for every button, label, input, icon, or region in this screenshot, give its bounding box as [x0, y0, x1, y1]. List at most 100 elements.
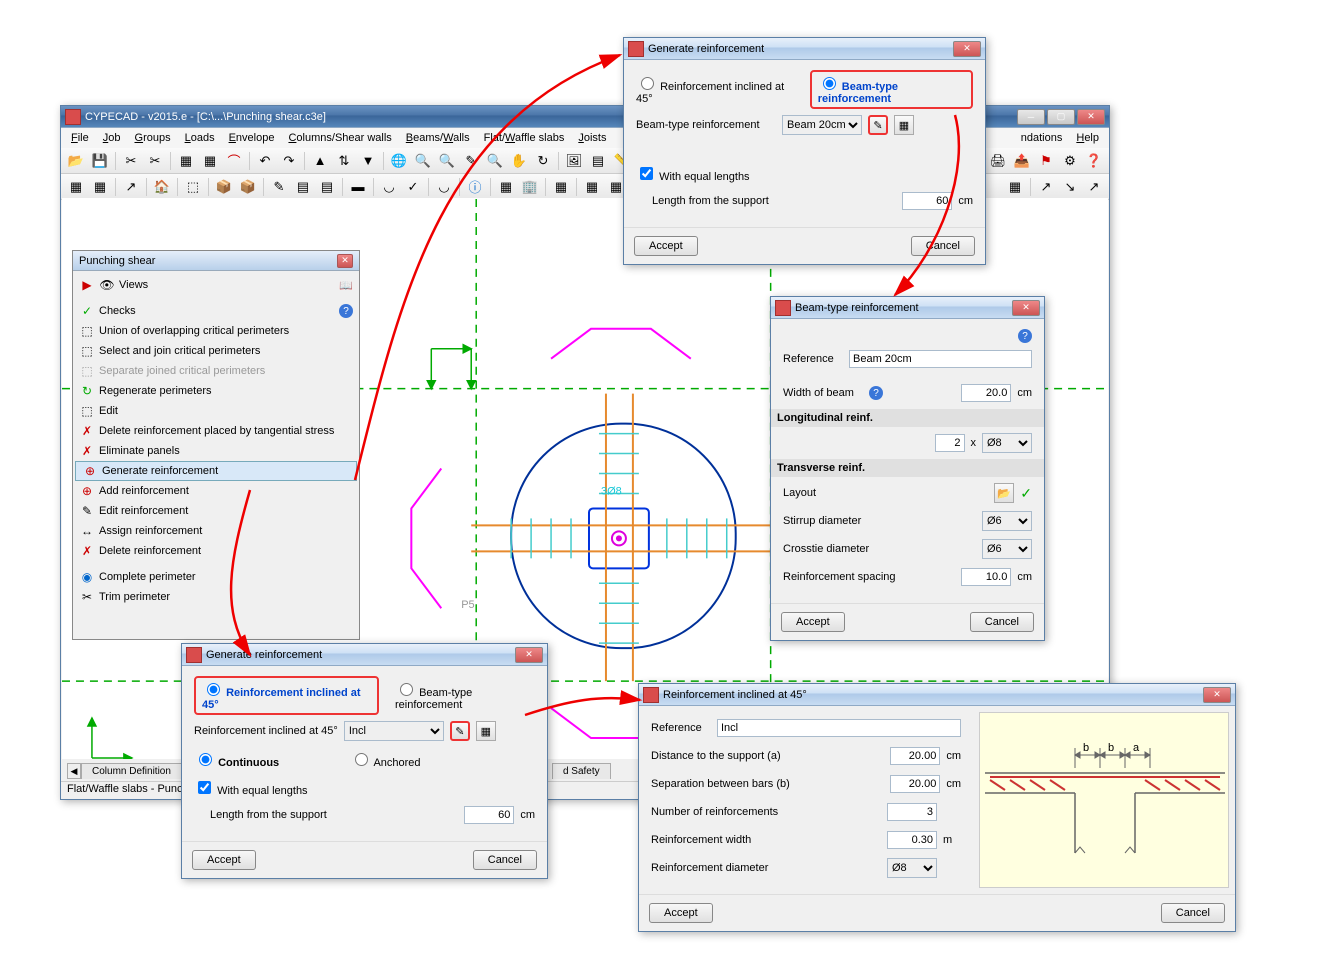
tool-up[interactable]: ▲ [309, 150, 331, 172]
dlg2-spacing-input[interactable] [961, 568, 1011, 586]
tool2-u[interactable]: ↗ [1035, 176, 1057, 198]
tool2-e[interactable]: ⬚ [182, 176, 204, 198]
tool-print[interactable]: 🖨 [987, 150, 1009, 172]
tool2-v[interactable]: ↘ [1059, 176, 1081, 198]
dlg1-equal-check[interactable] [640, 167, 653, 180]
tool-layer[interactable]: ▤ [587, 150, 609, 172]
menu-loads[interactable]: Loads [179, 130, 221, 146]
dlg4-dia-select[interactable]: Ø8 [887, 858, 937, 878]
tool-x2[interactable]: ✂ [144, 150, 166, 172]
panel-item-edit-reinf[interactable]: ✎Edit reinforcement [73, 501, 359, 521]
tool-help[interactable]: ❓ [1083, 150, 1105, 172]
menu-joists[interactable]: Joists [572, 130, 612, 146]
dlg3-incl-select[interactable]: Incl [344, 721, 444, 741]
tool2-w[interactable]: ↗ [1083, 176, 1105, 198]
dlg2-help-icon[interactable]: ? [1018, 329, 1032, 343]
tool-hand[interactable]: ✋ [508, 150, 530, 172]
dlg2-crosstie-select[interactable]: Ø6 [982, 539, 1032, 559]
tool-save[interactable]: 💾 [89, 150, 111, 172]
dlg2-long-count[interactable] [935, 434, 965, 452]
tool-zoom-out[interactable]: 🔍 [436, 150, 458, 172]
dlg3-optbeam[interactable]: Beam-type reinforcement [395, 680, 535, 711]
tool-export[interactable]: 📤 [1011, 150, 1033, 172]
panel-item-regenerate[interactable]: ↻Regenerate perimeters [73, 381, 359, 401]
dlg4-cancel[interactable]: Cancel [1161, 903, 1225, 923]
panel-item-checks[interactable]: ✓ Checks ? [73, 301, 359, 321]
dlg2-cancel[interactable]: Cancel [970, 612, 1034, 632]
menu-beams[interactable]: Beams/Walls [400, 130, 476, 146]
tool-grid[interactable]: ▦ [175, 150, 197, 172]
dlg1-len-input[interactable] [902, 192, 952, 210]
dlg1-accept[interactable]: Accept [634, 236, 698, 256]
dlg3-equal[interactable]: With equal lengths [194, 778, 334, 797]
tool-redo[interactable]: ↷ [278, 150, 300, 172]
dlg4-sep-input[interactable] [890, 775, 940, 793]
tool-flag[interactable]: ⚑ [1035, 150, 1057, 172]
dlg2-long-dia[interactable]: Ø8 [982, 433, 1032, 453]
tool2-t[interactable]: ▦ [1004, 176, 1026, 198]
dlg1-optbeam-radio[interactable] [823, 77, 836, 90]
dlg3-accept[interactable]: Accept [192, 850, 256, 870]
side-panel-close[interactable]: ✕ [337, 254, 353, 268]
tool-zoom-fit[interactable]: 🔍 [484, 150, 506, 172]
dlg1-close[interactable]: ✕ [953, 41, 981, 57]
panel-item-edit[interactable]: ⬚Edit [73, 401, 359, 421]
menu-job[interactable]: Job [97, 130, 127, 146]
tool2-h[interactable]: ✎ [268, 176, 290, 198]
tool-settings[interactable]: ⚙ [1059, 150, 1081, 172]
tool-magnet[interactable]: ⌒ [223, 150, 245, 172]
dlg3-pencil-button[interactable]: ✎ [450, 721, 470, 741]
tool2-a[interactable]: ▦ [65, 176, 87, 198]
tool2-g[interactable]: 📦 [237, 176, 259, 198]
maximize-button[interactable]: ▢ [1047, 109, 1075, 125]
tool2-m[interactable]: ✓ [402, 176, 424, 198]
menu-groups[interactable]: Groups [129, 130, 177, 146]
dlg1-pencil-button[interactable]: ✎ [868, 115, 888, 135]
dlg1-optbeam-highlight[interactable]: Beam-type reinforcement [810, 70, 973, 109]
tool-zoom-in[interactable]: 🔍 [412, 150, 434, 172]
dlg3-opt45-highlight[interactable]: Reinforcement inclined at 45° [194, 676, 379, 715]
tool2-c[interactable]: ↗ [120, 176, 142, 198]
dlg3-cont-radio[interactable] [199, 753, 212, 766]
tool-globe[interactable]: 🌐 [388, 150, 410, 172]
tab-column-definition[interactable]: Column Definition [81, 763, 182, 779]
panel-item-delete-tangential[interactable]: ✗Delete reinforcement placed by tangenti… [73, 421, 359, 441]
dlg4-dist-input[interactable] [890, 747, 940, 765]
menu-file[interactable]: File [65, 130, 95, 146]
tool-undo[interactable]: ↶ [254, 150, 276, 172]
dlg1-beam-select[interactable]: Beam 20cm [782, 115, 862, 135]
tool2-b[interactable]: ▦ [89, 176, 111, 198]
dlg4-accept[interactable]: Accept [649, 903, 713, 923]
dlg4-width-input[interactable] [887, 831, 937, 849]
tool2-k[interactable]: ▬ [347, 176, 369, 198]
panel-item-delete-reinf[interactable]: ✗Delete reinforcement [73, 541, 359, 561]
dlg2-close[interactable]: ✕ [1012, 300, 1040, 316]
dlg2-stirrup-select[interactable]: Ø6 [982, 511, 1032, 531]
panel-item-select-join[interactable]: ⬚Select and join critical perimeters [73, 341, 359, 361]
panel-item-assign[interactable]: ↔Assign reinforcement [73, 521, 359, 541]
menu-columns[interactable]: Columns/Shear walls [282, 130, 397, 146]
dlg2-layout-btn[interactable]: 📂 [994, 483, 1014, 503]
dlg2-width-input[interactable] [961, 384, 1011, 402]
tab-scroll-left[interactable]: ◀ [67, 763, 81, 779]
tool2-f[interactable]: 📦 [213, 176, 235, 198]
menu-help[interactable]: Help [1070, 130, 1105, 146]
tool-x1[interactable]: ✂ [120, 150, 142, 172]
tool-rotate[interactable]: ↻ [532, 150, 554, 172]
tool-updown[interactable]: ⇅ [333, 150, 355, 172]
menu-slabs[interactable]: Flat/Waffle slabs [478, 130, 571, 146]
dlg4-num-input[interactable] [887, 803, 937, 821]
dlg4-ref-input[interactable] [717, 719, 961, 737]
panel-item-union[interactable]: ⬚Union of overlapping critical perimeter… [73, 321, 359, 341]
dlg2-accept[interactable]: Accept [781, 612, 845, 632]
tool2-info[interactable]: ⓘ [464, 176, 486, 198]
tool2-j[interactable]: ▤ [316, 176, 338, 198]
tool2-r[interactable]: ▦ [581, 176, 603, 198]
dlg3-len-input[interactable] [464, 806, 514, 824]
dlg2-width-help[interactable]: ? [869, 386, 883, 400]
tool2-i[interactable]: ▤ [292, 176, 314, 198]
dlg3-anch[interactable]: Anchored [350, 750, 490, 769]
dlg2-ref-input[interactable] [849, 350, 1032, 368]
tool2-l[interactable]: ◡ [378, 176, 400, 198]
tool-down[interactable]: ▼ [357, 150, 379, 172]
